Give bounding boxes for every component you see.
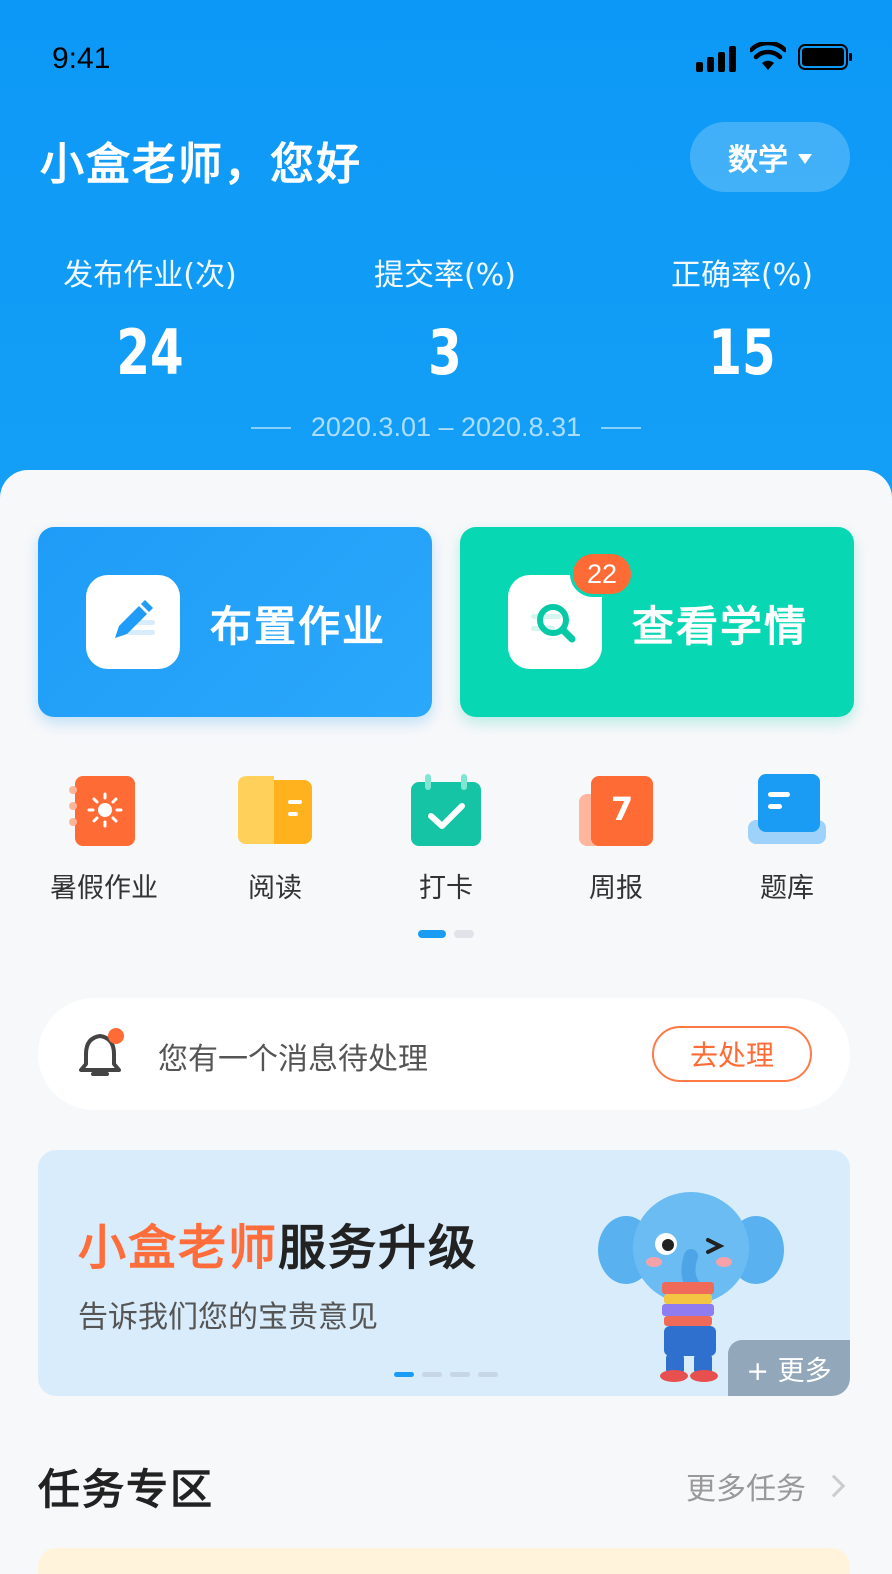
page-dot[interactable] [450,1372,470,1377]
battery-icon [798,44,852,70]
divider [250,426,291,429]
shortcut-label: 周报 [589,873,643,904]
stat-value: 3 [428,316,462,389]
more-tasks-link[interactable]: 更多任务 [686,1464,846,1508]
banner-pager [394,1372,498,1377]
chevron-right-icon [822,1474,846,1498]
weekly-report-number: 7 [610,790,634,828]
banner-subtitle: 告诉我们您的宝贵意见 [78,1300,378,1335]
shortcut-question-bank[interactable]: 题库 [717,772,857,905]
reading-book-icon [236,772,314,850]
page-dot[interactable] [418,930,446,938]
checkin-calendar-icon [407,772,485,850]
edit-pencil-icon [86,575,180,669]
date-range-text: 2020.3.01 – 2020.8.31 [310,412,582,442]
notice-bar: 您有一个消息待处理 去处理 [38,998,850,1110]
cellular-signal-icon [696,46,738,72]
view-progress-label: 查看学情 [632,602,809,651]
shortcut-weekly-report[interactable]: 7 周报 [546,772,686,905]
subject-label: 数学 [728,143,788,178]
caret-down-icon [798,154,812,164]
view-progress-button[interactable]: 22 查看学情 [460,527,854,717]
page-dot[interactable] [478,1372,498,1377]
stat-label: 正确率(%) [671,258,813,293]
main-panel: 布置作业 22 查看学情 暑假作业 阅读 打卡 7 周报 题库 您有一个消息待处… [0,470,892,1574]
shortcut-label: 阅读 [248,873,302,904]
banner-more-button[interactable]: + 更多 [728,1340,850,1396]
assign-homework-button[interactable]: 布置作业 [38,527,432,717]
more-tasks-label: 更多任务 [686,1472,806,1507]
page-dot[interactable] [422,1372,442,1377]
bell-icon [79,1028,124,1076]
shortcut-pager [0,930,892,938]
promo-banner[interactable]: 小盒老师服务升级 告诉我们您的宝贵意见 + 更多 [38,1150,850,1396]
stat-value: 15 [708,316,776,389]
shortcut-label: 暑假作业 [50,873,158,904]
stat-value: 24 [116,316,184,389]
summer-homework-icon [65,772,143,850]
shortcut-grid: 暑假作业 阅读 打卡 7 周报 题库 [0,772,892,905]
page-dot[interactable] [454,930,474,938]
header: 9:41 小盒老师，您好 数学 发布作业(次) 24 提交率(%) 3 正确率(… [0,0,892,520]
banner-title: 小盒老师服务升级 [78,1208,478,1278]
banner-title-highlight: 小盒老师 [78,1220,279,1276]
shortcut-label: 题库 [760,873,814,904]
task-section-title: 任务专区 [38,1465,215,1514]
wifi-icon [750,42,786,70]
banner-title-rest: 服务升级 [278,1220,479,1276]
status-bar: 9:41 [0,38,892,78]
date-range: 2020.3.01 – 2020.8.31 [0,412,892,443]
stat-label: 发布作业(次) [63,258,237,293]
stat-submit-rate: 提交率(%) 3 [315,250,575,389]
question-bank-icon [748,772,826,850]
assign-homework-label: 布置作业 [210,602,387,651]
notification-count-badge: 22 [570,551,634,597]
weekly-report-icon: 7 [577,772,655,850]
stat-label: 提交率(%) [374,258,516,293]
stat-accuracy: 正确率(%) 15 [612,250,872,389]
subject-selector[interactable]: 数学 [690,122,850,192]
handle-notice-button[interactable]: 去处理 [652,1026,812,1082]
divider [601,426,642,429]
shortcut-summer-homework[interactable]: 暑假作业 [34,772,174,905]
notice-text: 您有一个消息待处理 [158,1042,428,1077]
page-dot[interactable] [394,1372,414,1377]
stat-published: 发布作业(次) 24 [20,250,280,389]
shortcut-reading[interactable]: 阅读 [205,772,345,905]
shortcut-checkin[interactable]: 打卡 [376,772,516,905]
shortcut-label: 打卡 [419,873,473,904]
task-card[interactable] [38,1548,850,1574]
status-time: 9:41 [52,42,111,75]
greeting-title: 小盒老师，您好 [40,139,362,190]
